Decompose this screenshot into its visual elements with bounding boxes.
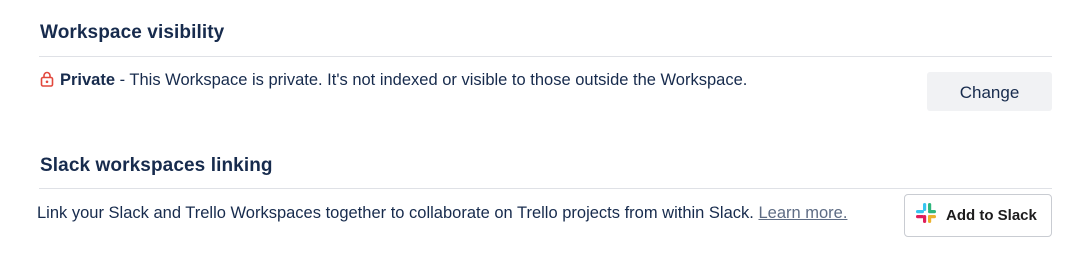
add-to-slack-button[interactable]: Add to Slack [904, 194, 1052, 237]
learn-more-link[interactable]: Learn more. [758, 204, 847, 222]
change-visibility-button[interactable]: Change [927, 72, 1052, 111]
lock-icon [40, 71, 54, 92]
slack-description: Link your Slack and Trello Workspaces to… [37, 204, 754, 222]
add-to-slack-label: Add to Slack [946, 207, 1037, 224]
slack-description-row: Link your Slack and Trello Workspaces to… [37, 204, 847, 223]
slack-logo-icon [914, 201, 938, 230]
section-divider [39, 56, 1052, 57]
slack-linking-heading: Slack workspaces linking [40, 155, 273, 176]
visibility-status-label: Private [60, 71, 116, 89]
visibility-status-row: Private - This Workspace is private. It'… [40, 71, 747, 92]
section-divider [39, 188, 1052, 189]
visibility-description: - This Workspace is private. It's not in… [115, 71, 748, 89]
workspace-visibility-heading: Workspace visibility [40, 22, 225, 43]
